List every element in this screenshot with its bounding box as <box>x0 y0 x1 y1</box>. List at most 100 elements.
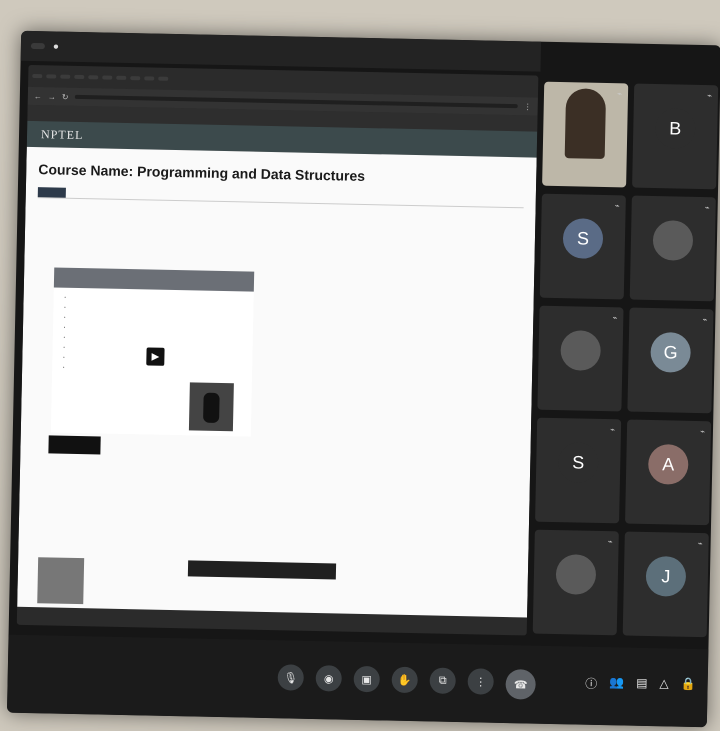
people-icon[interactable]: 👥 <box>609 675 624 692</box>
participant-name <box>544 282 620 284</box>
course-side-links <box>389 275 520 310</box>
side-link[interactable] <box>389 306 519 309</box>
reload-icon[interactable]: ↻ <box>62 92 69 101</box>
browser-tab[interactable] <box>102 75 113 80</box>
participant-name <box>636 172 712 174</box>
participant-name <box>546 170 622 172</box>
participant-tile[interactable]: B ⌁ <box>632 83 719 190</box>
muted-mic-icon: ⌁ <box>614 201 620 211</box>
muted-mic-icon: ⌁ <box>697 539 703 549</box>
participant-tile[interactable]: S ⌁ <box>535 417 622 524</box>
participant-name <box>629 508 705 510</box>
participant-photo-avatar <box>560 330 602 371</box>
participant-name <box>627 620 703 622</box>
side-link[interactable] <box>389 306 519 309</box>
browser-tab[interactable] <box>88 75 99 80</box>
tab-3[interactable] <box>94 188 122 199</box>
mic-icon[interactable]: 🎙 <box>277 664 305 691</box>
browser-tab[interactable] <box>116 75 127 80</box>
course-tabs <box>37 187 524 209</box>
browser-tab[interactable] <box>130 76 141 81</box>
camera-icon[interactable]: ◉ <box>315 665 342 692</box>
participant-tile[interactable]: ⌁ <box>532 529 619 636</box>
slide-bullet <box>73 304 253 314</box>
participant-tile[interactable]: J ⌁ <box>622 531 709 638</box>
shared-browser-window: ← → ↻ ⋮ NPTEL Course Name: Programming a <box>16 64 539 636</box>
presenting-icon: ● <box>52 40 60 53</box>
muted-mic-icon: ⌁ <box>610 425 616 435</box>
slide-bullet <box>73 324 253 334</box>
course-page: Course Name: Programming and Data Struct… <box>17 146 537 618</box>
course-video[interactable]: ▶ <box>50 267 255 437</box>
muted-mic-icon: ⌁ <box>612 313 618 323</box>
section-body <box>40 479 380 486</box>
side-link[interactable] <box>389 306 519 309</box>
play-icon[interactable]: ▶ <box>146 347 165 366</box>
participant-avatar: J <box>645 555 687 597</box>
video-title <box>53 267 255 292</box>
browser-tab[interactable] <box>32 73 43 79</box>
participant-photo-avatar <box>555 554 597 595</box>
side-link[interactable] <box>389 275 519 278</box>
side-link[interactable] <box>389 306 519 309</box>
slide-bullet <box>74 294 254 304</box>
participant-name <box>634 284 710 286</box>
participant-avatar: B <box>654 108 696 149</box>
participant-name <box>542 394 618 396</box>
hand-icon[interactable]: ✋ <box>391 666 418 694</box>
participant-avatar: A <box>647 443 689 485</box>
tab-4[interactable] <box>122 189 150 200</box>
meeting-control-bar: 🎙 ◉ ▣ ✋ ⧉ ⋮ ☎ ⓘ 👥 ▤ △ 🔒 <box>6 634 709 728</box>
participant-tile[interactable]: A ⌁ <box>625 419 712 526</box>
chat-icon[interactable]: ▤ <box>636 676 648 693</box>
browser-tab[interactable] <box>144 76 155 81</box>
meeting-pill[interactable] <box>30 42 45 50</box>
host-controls-icon[interactable]: 🔒 <box>681 677 696 694</box>
url-field[interactable] <box>74 94 518 109</box>
captions-icon[interactable]: ▣ <box>353 665 380 693</box>
slide-bullet <box>73 314 253 324</box>
more-icon[interactable]: ⋮ <box>467 668 494 695</box>
muted-mic-icon: ⌁ <box>617 89 623 99</box>
participant-name <box>537 618 613 620</box>
participant-tile[interactable]: G ⌁ <box>627 307 714 414</box>
participant-video <box>564 88 607 159</box>
info-icon[interactable]: ⓘ <box>585 675 597 692</box>
lecturer-thumbnail <box>188 382 234 432</box>
muted-mic-icon: ⌁ <box>702 315 708 325</box>
participant-avatar: G <box>650 332 692 373</box>
tab-course[interactable] <box>37 187 66 198</box>
course-title: Course Name: Programming and Data Struct… <box>38 161 366 184</box>
browser-tab[interactable] <box>46 74 57 79</box>
participant-avatar: S <box>557 442 599 483</box>
back-icon[interactable]: ← <box>34 92 42 101</box>
participant-tile[interactable]: ⌁ <box>537 305 624 412</box>
side-link[interactable] <box>389 306 519 309</box>
participants-grid: ⌁ B ⌁ S ⌁ ⌁ ⌁ G ⌁ S ⌁ A ⌁ ⌁ J ⌁ <box>532 81 720 646</box>
video-button[interactable] <box>48 435 101 455</box>
muted-mic-icon: ⌁ <box>707 91 713 101</box>
browser-tab[interactable] <box>74 74 85 80</box>
participant-tile[interactable]: ⌁ <box>629 195 716 302</box>
monitor-screen: ● ← → ↻ ⋮ NPTEL Course Name: Programming… <box>6 30 720 728</box>
browser-tab[interactable] <box>60 74 71 79</box>
participant-avatar: S <box>562 218 604 259</box>
participant-tile[interactable]: ⌁ <box>542 81 629 188</box>
participant-photo-avatar <box>652 220 694 261</box>
tab-2[interactable] <box>66 188 94 199</box>
muted-mic-icon: ⌁ <box>700 427 706 437</box>
participant-tile[interactable]: S ⌁ <box>539 193 626 300</box>
instructor-photo <box>37 557 85 605</box>
muted-mic-icon: ⌁ <box>607 537 613 547</box>
nptel-logo[interactable]: NPTEL <box>41 127 84 143</box>
activities-icon[interactable]: △ <box>659 676 669 693</box>
extensions-icon[interactable]: ⋮ <box>524 102 532 111</box>
forward-icon[interactable]: → <box>48 92 56 101</box>
muted-mic-icon: ⌁ <box>704 203 710 213</box>
screen-share-toast <box>187 560 337 580</box>
participant-name <box>632 396 708 398</box>
browser-tab[interactable] <box>158 76 169 81</box>
present-icon[interactable]: ⧉ <box>429 667 456 694</box>
call-controls: 🎙 ◉ ▣ ✋ ⧉ ⋮ ☎ <box>277 664 536 700</box>
end-call-icon[interactable]: ☎ <box>505 669 536 700</box>
